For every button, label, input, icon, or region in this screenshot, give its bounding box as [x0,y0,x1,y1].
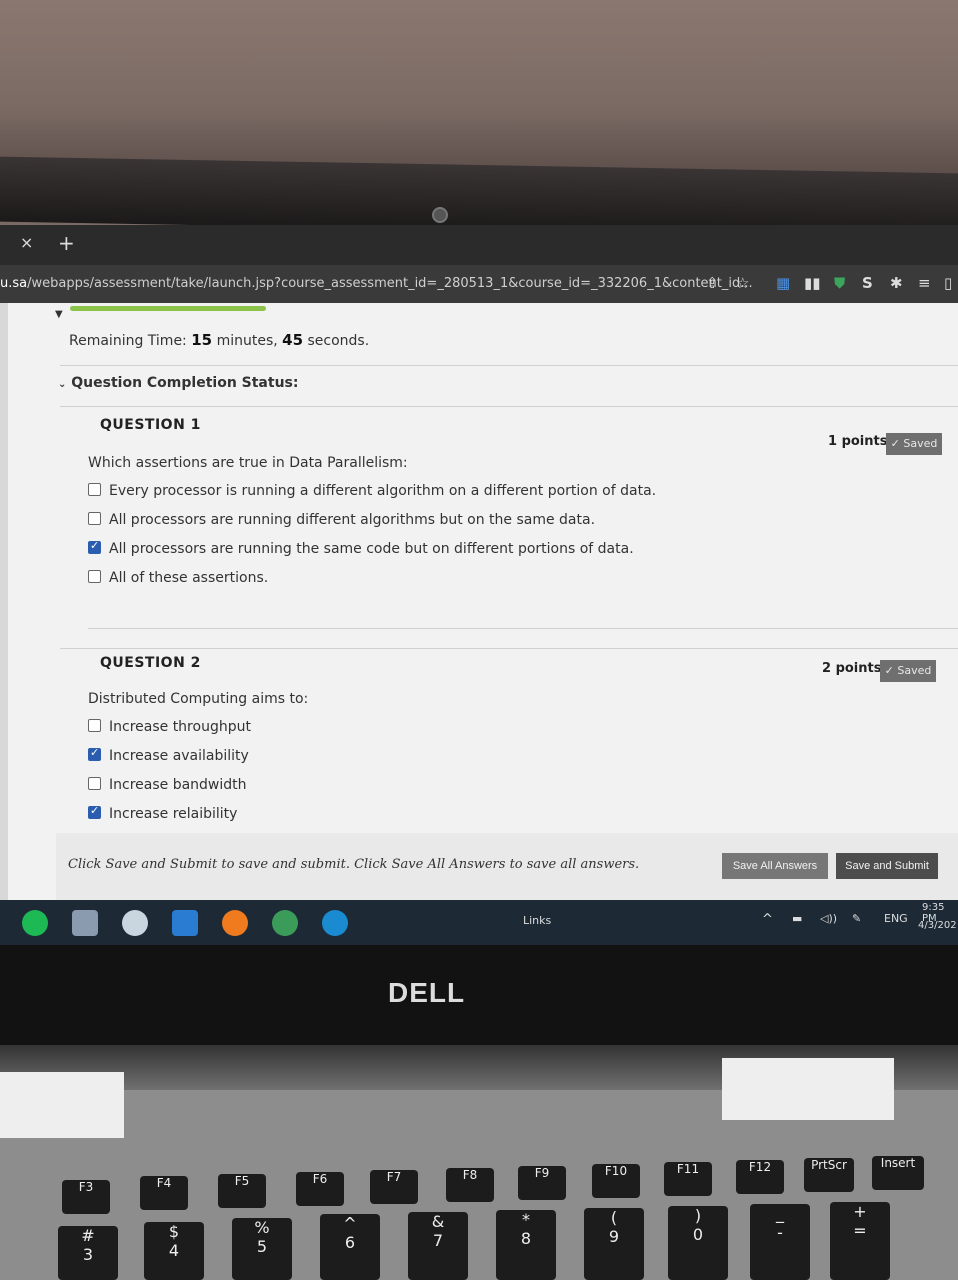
time-progress-bar [70,306,266,311]
address-bar[interactable]: u.sa/webapps/assessment/take/launch.jsp?… [0,265,958,303]
chevron-down-icon: ⌄ [58,379,67,390]
file-explorer-icon[interactable] [72,910,98,936]
divider [60,365,958,366]
vscode-icon[interactable] [172,910,198,936]
question-2-option[interactable]: Increase throughput [88,719,251,735]
app-icon[interactable] [122,910,148,936]
key-prtscr[interactable]: PrtScr [804,1158,854,1192]
checkbox[interactable] [88,483,101,496]
windows-taskbar: Links ^ ▬ ◁)) ✎ ENG 9:35 PM 4/3/202 [0,900,958,945]
key-f12[interactable]: F12 [736,1160,784,1194]
chevron-up-icon[interactable]: ^ [762,912,773,927]
browser-tab-bar: × + [0,225,958,265]
chrome-icon[interactable] [272,910,298,936]
edge-icon[interactable] [322,910,348,936]
battery-icon[interactable]: ▬ [792,912,802,925]
assessment-page: ▼ Remaining Time: 15 minutes, 45 seconds… [0,303,958,905]
question-1-option[interactable]: All processors are running the same code… [88,539,634,557]
submit-hint: Click Save and Submit to save and submit… [68,857,640,872]
collapse-triangle-icon[interactable]: ▼ [55,309,63,320]
question-2-option[interactable]: Increase availability [88,746,249,764]
submit-footer: Click Save and Submit to save and submit… [56,833,958,905]
share-icon[interactable]: ⇪ [706,274,719,292]
dell-logo: DELL [388,977,466,1008]
laptop-screen: × + u.sa/webapps/assessment/take/launch.… [0,225,958,905]
volume-icon[interactable]: ◁)) [820,912,837,925]
laptop-bottom-bezel [0,945,958,1045]
checkbox-checked[interactable] [88,804,101,819]
save-all-answers-button[interactable]: Save All Answers [722,853,828,879]
calendar-extension-icon[interactable]: ▦ [776,274,790,292]
keyboard-deck: F3 F4 F5 F6 F7 F8 F9 F10 F11 F12 PrtScr … [0,1058,958,1280]
key-0[interactable]: ) 0 [668,1206,728,1280]
key-9[interactable]: ( 9 [584,1208,644,1280]
question-2-option[interactable]: Increase relaibility [88,804,237,822]
url-text[interactable]: u.sa/webapps/assessment/take/launch.jsp?… [0,276,753,291]
puzzle-extension-icon[interactable]: ✱ [890,274,903,292]
checkbox[interactable] [88,719,101,732]
new-tab-button[interactable]: + [58,231,75,255]
key-f4[interactable]: F4 [140,1176,188,1210]
question-2-saved-badge: ✓ Saved [880,660,936,682]
key-7[interactable]: & 7 [408,1212,468,1280]
pause-extension-icon[interactable]: ▮▮ [804,274,821,292]
language-indicator[interactable]: ENG [884,912,908,925]
key-f6[interactable]: F6 [296,1172,344,1206]
key-equals[interactable]: + = [830,1202,890,1280]
clock-date[interactable]: 4/3/202 [918,920,957,931]
question-completion-status[interactable]: ⌄ Question Completion Status: [58,375,298,391]
spotify-icon[interactable] [22,910,48,936]
save-and-submit-button[interactable]: Save and Submit [836,853,938,879]
divider [60,648,958,649]
webcam [432,207,448,223]
key-minus[interactable]: _ - [750,1204,810,1280]
firefox-icon[interactable] [222,910,248,936]
sticker [0,1072,124,1138]
question-1-saved-badge: ✓ Saved [886,433,942,455]
question-2-points: 2 points [822,661,882,676]
checkbox-checked[interactable] [88,746,101,761]
question-1-option[interactable]: All of these assertions. [88,570,268,586]
question-1-prompt: Which assertions are true in Data Parall… [88,455,408,471]
page-gutter [0,303,8,905]
question-1-option[interactable]: All processors are running different alg… [88,512,595,528]
question-1-points: 1 points [828,434,888,449]
key-f3[interactable]: F3 [62,1180,110,1214]
question-1-heading: QUESTION 1 [100,417,201,433]
key-f11[interactable]: F11 [664,1162,712,1196]
key-f8[interactable]: F8 [446,1168,494,1202]
divider [88,628,958,629]
close-tab-icon[interactable]: × [20,233,33,252]
divider [60,406,958,407]
key-8[interactable]: * 8 [496,1210,556,1280]
key-f10[interactable]: F10 [592,1164,640,1198]
reading-list-icon[interactable]: ≡ [918,274,931,292]
key-3[interactable]: # 3 [58,1226,118,1280]
bookmark-star-icon[interactable]: ☆ [736,274,749,292]
question-2-prompt: Distributed Computing aims to: [88,691,309,707]
key-f5[interactable]: F5 [218,1174,266,1208]
question-1-option[interactable]: Every processor is running a different a… [88,483,656,499]
checkbox-checked[interactable] [88,539,101,554]
key-4[interactable]: $ 4 [144,1222,204,1280]
pen-icon[interactable]: ✎ [852,912,861,925]
key-insert[interactable]: Insert [872,1156,924,1190]
background-wall [0,0,958,180]
key-f9[interactable]: F9 [518,1166,566,1200]
sticker [722,1058,894,1120]
shield-extension-icon[interactable]: ⛊ [834,274,845,292]
side-panel-icon[interactable]: ▯ [944,274,952,292]
key-f7[interactable]: F7 [370,1170,418,1204]
key-6[interactable]: ^ 6 [320,1214,380,1280]
checkbox[interactable] [88,570,101,583]
s-extension-icon[interactable]: S [862,274,873,292]
remaining-time: Remaining Time: 15 minutes, 45 seconds. [69,331,370,349]
question-2-option[interactable]: Increase bandwidth [88,777,247,793]
checkbox[interactable] [88,777,101,790]
question-2-heading: QUESTION 2 [100,655,201,671]
checkbox[interactable] [88,512,101,525]
key-5[interactable]: % 5 [232,1218,292,1280]
links-toolbar[interactable]: Links [523,914,551,927]
